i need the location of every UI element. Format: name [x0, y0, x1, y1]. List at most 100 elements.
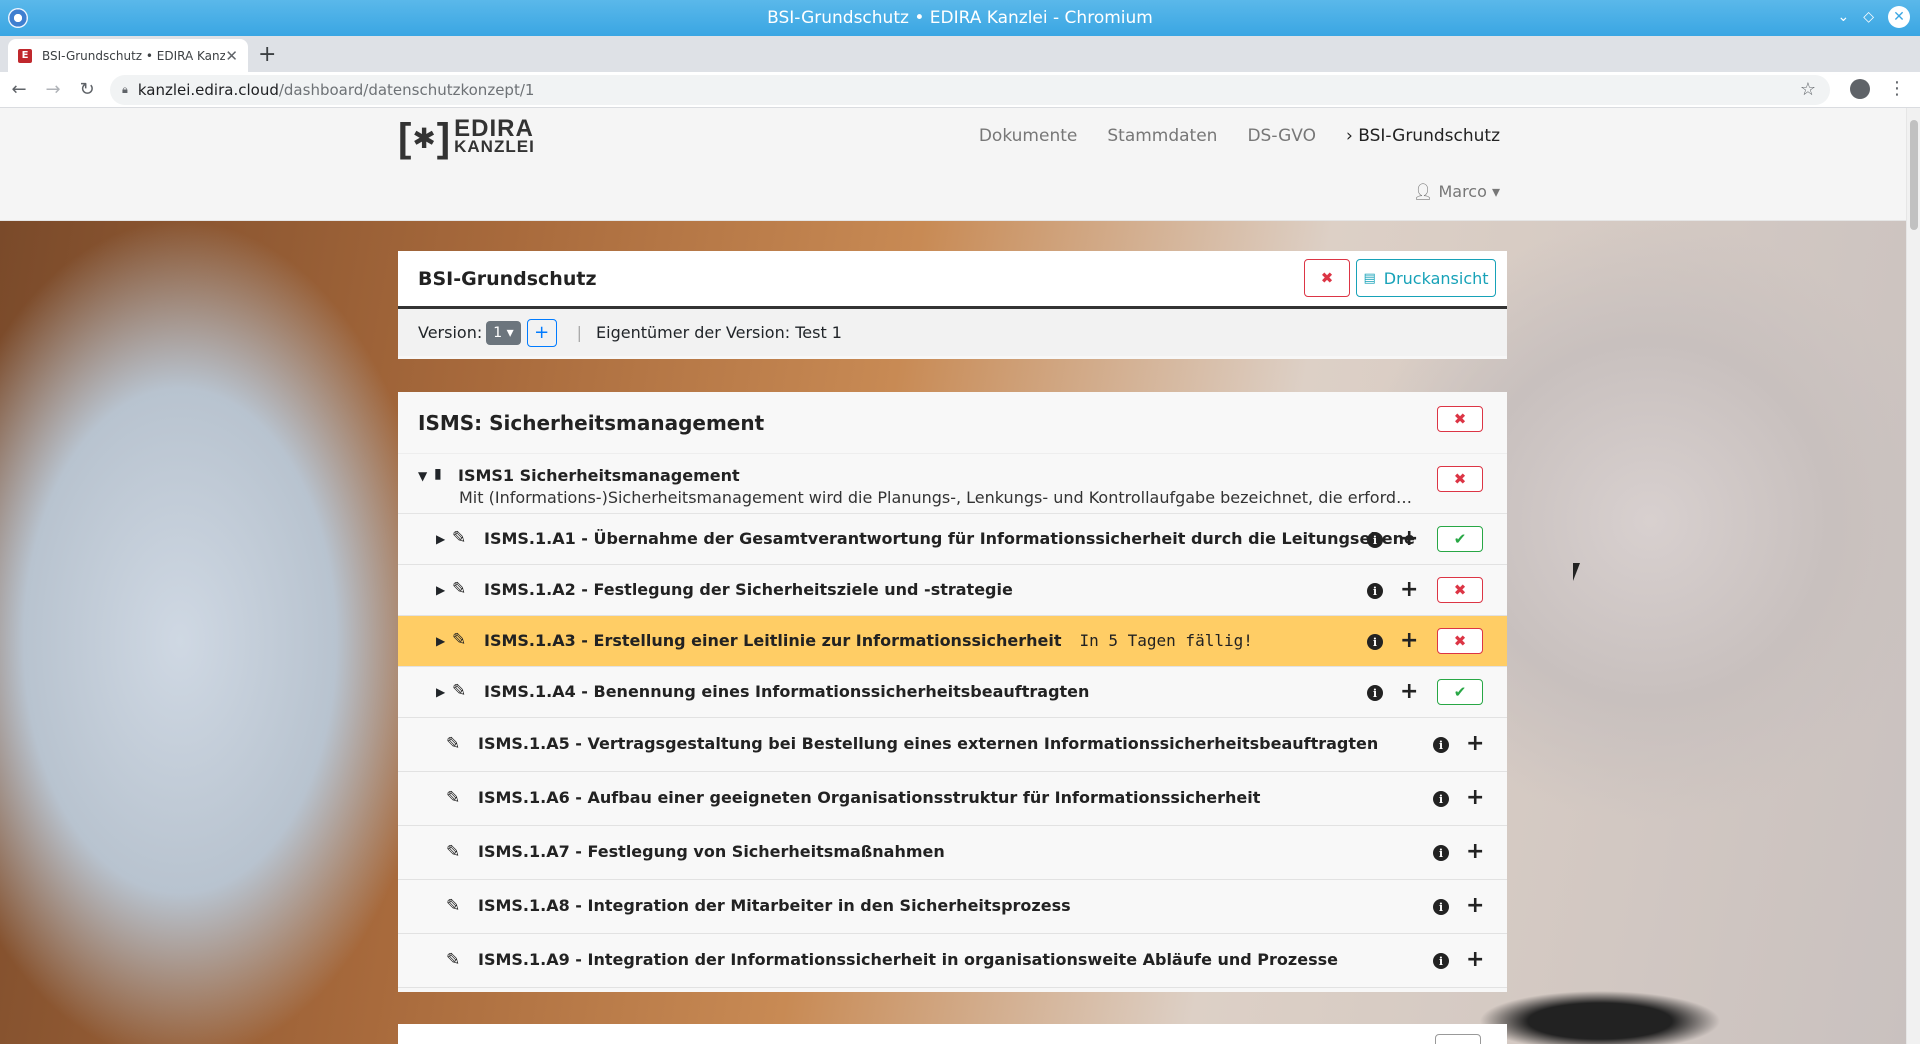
minimize-icon[interactable]: ⌄	[1837, 9, 1849, 25]
edit-icon[interactable]: ✎	[452, 528, 466, 548]
nav-dsgvo[interactable]: DS-GVO	[1247, 126, 1316, 146]
site-header: [ ✱ ] EDIRA KANZLEI Dokumente Stammdaten…	[0, 108, 1906, 221]
caret-right-icon[interactable]: ▶	[436, 685, 445, 699]
menu-kebab-icon[interactable]: ⋮	[1888, 78, 1906, 99]
requirement-row[interactable]: ✎ ISMS.1.A9 - Integration der Informatio…	[398, 934, 1507, 988]
reload-icon[interactable]: ↻	[72, 79, 102, 100]
info-icon[interactable]: i	[1433, 899, 1449, 915]
address-bar[interactable]: 🔒︎ kanzlei.edira.cloud/dashboard/datensc…	[110, 75, 1830, 105]
info-icon[interactable]: i	[1433, 845, 1449, 861]
edira-favicon: E	[18, 48, 32, 63]
due-warning: In 5 Tagen fällig!	[1079, 631, 1253, 650]
nav-bsi-grundschutz[interactable]: › BSI-Grundschutz	[1346, 126, 1500, 146]
requirement-row[interactable]: ✎ ISMS.1.A6 - Aufbau einer geeigneten Or…	[398, 772, 1507, 826]
info-icon[interactable]: i	[1433, 953, 1449, 969]
plus-icon[interactable]: +	[1400, 630, 1418, 652]
group-title: ISMS1 Sicherheitsmanagement	[458, 466, 740, 485]
profile-icon[interactable]	[1850, 78, 1870, 99]
status-open-button[interactable]: ✖	[1437, 628, 1483, 654]
nav-dokumente[interactable]: Dokumente	[979, 126, 1078, 146]
requirement-title: ISMS.1.A4 - Benennung eines Informations…	[484, 682, 1090, 701]
plus-icon[interactable]: +	[1466, 733, 1484, 755]
version-owner: Eigentümer der Version: Test 1	[596, 323, 842, 342]
status-done-button[interactable]: ✔	[1437, 526, 1483, 552]
print-view-button[interactable]: ▤ Druckansicht	[1356, 259, 1496, 297]
requirement-title: ISMS.1.A8 - Integration der Mitarbeiter …	[478, 896, 1071, 915]
maximize-icon[interactable]: ◇	[1863, 9, 1874, 25]
plus-icon[interactable]: +	[1400, 579, 1418, 601]
file-pdf-icon: ▤	[1363, 270, 1376, 286]
isms-panel: ISMS: Sicherheitsmanagement ✖ ▼ ▮ ISMS1 …	[398, 392, 1507, 992]
isms-group-row[interactable]: ▼ ▮ ISMS1 Sicherheitsmanagement Mit (Inf…	[398, 454, 1507, 514]
bookmark-star-icon[interactable]: ☆	[1800, 79, 1816, 100]
info-icon[interactable]: i	[1367, 532, 1383, 548]
user-menu[interactable]: 👤︎ Marco ▾	[1413, 182, 1500, 201]
window-controls: ⌄ ◇ ✕	[1837, 6, 1910, 28]
delete-document-button[interactable]: ✖	[1304, 259, 1350, 297]
edit-icon[interactable]: ✎	[446, 896, 460, 916]
caret-down-icon[interactable]: ▼	[418, 469, 427, 483]
edit-icon[interactable]: ✎	[446, 842, 460, 862]
next-section-button[interactable]	[1435, 1034, 1481, 1044]
requirement-row-due[interactable]: ▶ ✎ ISMS.1.A3 - Erstellung einer Leitlin…	[398, 616, 1507, 667]
tab-title: BSI-Grundschutz • EDIRA Kanzlei	[42, 48, 226, 63]
logo-text: EDIRA KANZLEI	[454, 117, 535, 156]
title-panel: BSI-Grundschutz ✖ ▤ Druckansicht Version:…	[398, 251, 1507, 359]
info-icon[interactable]: i	[1367, 685, 1383, 701]
back-icon[interactable]: ←	[4, 79, 34, 100]
info-icon[interactable]: i	[1433, 791, 1449, 807]
edit-icon[interactable]: ✎	[452, 579, 466, 599]
logo-line2: KANZLEI	[454, 137, 535, 156]
caret-right-icon[interactable]: ▶	[436, 532, 445, 546]
url-host: kanzlei.edira.cloud	[137, 81, 279, 99]
info-icon[interactable]: i	[1433, 737, 1449, 753]
plus-icon[interactable]: +	[1466, 841, 1484, 863]
browser-toolbar: ← → ↻ 🔒︎ kanzlei.edira.cloud/dashboard/d…	[0, 72, 1920, 108]
isms-title: ISMS: Sicherheitsmanagement	[418, 410, 765, 435]
edit-icon[interactable]: ✎	[452, 630, 466, 650]
requirement-row[interactable]: ✎ ISMS.1.A7 - Festlegung von Sicherheits…	[398, 826, 1507, 880]
lock-icon: 🔒︎	[122, 83, 128, 96]
version-label: Version:	[418, 323, 483, 342]
new-tab-icon[interactable]: +	[258, 42, 276, 67]
isms-header: ISMS: Sicherheitsmanagement ✖	[398, 392, 1507, 454]
edira-logo[interactable]: [ ✱ ] EDIRA KANZLEI	[398, 116, 535, 160]
user-icon: 👤︎	[1413, 182, 1434, 201]
edit-icon[interactable]: ✎	[452, 681, 466, 701]
isms-delete-button[interactable]: ✖	[1437, 406, 1483, 432]
window-titlebar: BSI-Grundschutz • EDIRA Kanzlei - Chromi…	[0, 0, 1920, 36]
plus-icon[interactable]: +	[1466, 949, 1484, 971]
plus-icon[interactable]: +	[1466, 895, 1484, 917]
group-delete-button[interactable]: ✖	[1437, 466, 1483, 492]
requirement-row[interactable]: ▶ ✎ ISMS.1.A2 - Festlegung der Sicherhei…	[398, 565, 1507, 616]
browser-tab[interactable]: E BSI-Grundschutz • EDIRA Kanzlei ✕	[8, 39, 248, 72]
page-scrollbar[interactable]	[1906, 108, 1920, 1044]
forward-icon[interactable]: →	[38, 79, 68, 100]
caret-right-icon[interactable]: ▶	[436, 634, 445, 648]
title-panel-header: BSI-Grundschutz ✖ ▤ Druckansicht	[398, 251, 1507, 309]
edit-icon[interactable]: ✎	[446, 734, 460, 754]
edit-icon[interactable]: ✎	[446, 788, 460, 808]
version-select[interactable]: 1 ▾	[486, 320, 521, 345]
status-open-button[interactable]: ✖	[1437, 577, 1483, 603]
logo-bracket-left: [	[398, 116, 412, 160]
version-row: Version: 1 ▾ + | Eigentümer der Version:…	[398, 309, 1507, 356]
window-close-icon[interactable]: ✕	[1888, 6, 1910, 28]
scrollbar-thumb[interactable]	[1910, 120, 1918, 230]
status-done-button[interactable]: ✔	[1437, 679, 1483, 705]
info-icon[interactable]: i	[1367, 634, 1383, 650]
info-icon[interactable]: i	[1367, 583, 1383, 599]
tab-close-icon[interactable]: ✕	[225, 47, 238, 65]
plus-icon[interactable]: +	[1466, 787, 1484, 809]
caret-right-icon[interactable]: ▶	[436, 583, 445, 597]
plus-icon[interactable]: +	[1400, 681, 1418, 703]
requirement-row[interactable]: ✎ ISMS.1.A5 - Vertragsgestaltung bei Bes…	[398, 718, 1507, 772]
plus-icon[interactable]: +	[1400, 528, 1418, 550]
nav-stammdaten[interactable]: Stammdaten	[1107, 126, 1217, 146]
add-version-button[interactable]: +	[526, 318, 557, 347]
chromium-icon	[8, 8, 28, 28]
requirement-row[interactable]: ✎ ISMS.1.A8 - Integration der Mitarbeite…	[398, 880, 1507, 934]
edit-icon[interactable]: ✎	[446, 950, 460, 970]
requirement-row[interactable]: ▶ ✎ ISMS.1.A1 - Übernahme der Gesamtvera…	[398, 514, 1507, 565]
requirement-row[interactable]: ▶ ✎ ISMS.1.A4 - Benennung eines Informat…	[398, 667, 1507, 718]
